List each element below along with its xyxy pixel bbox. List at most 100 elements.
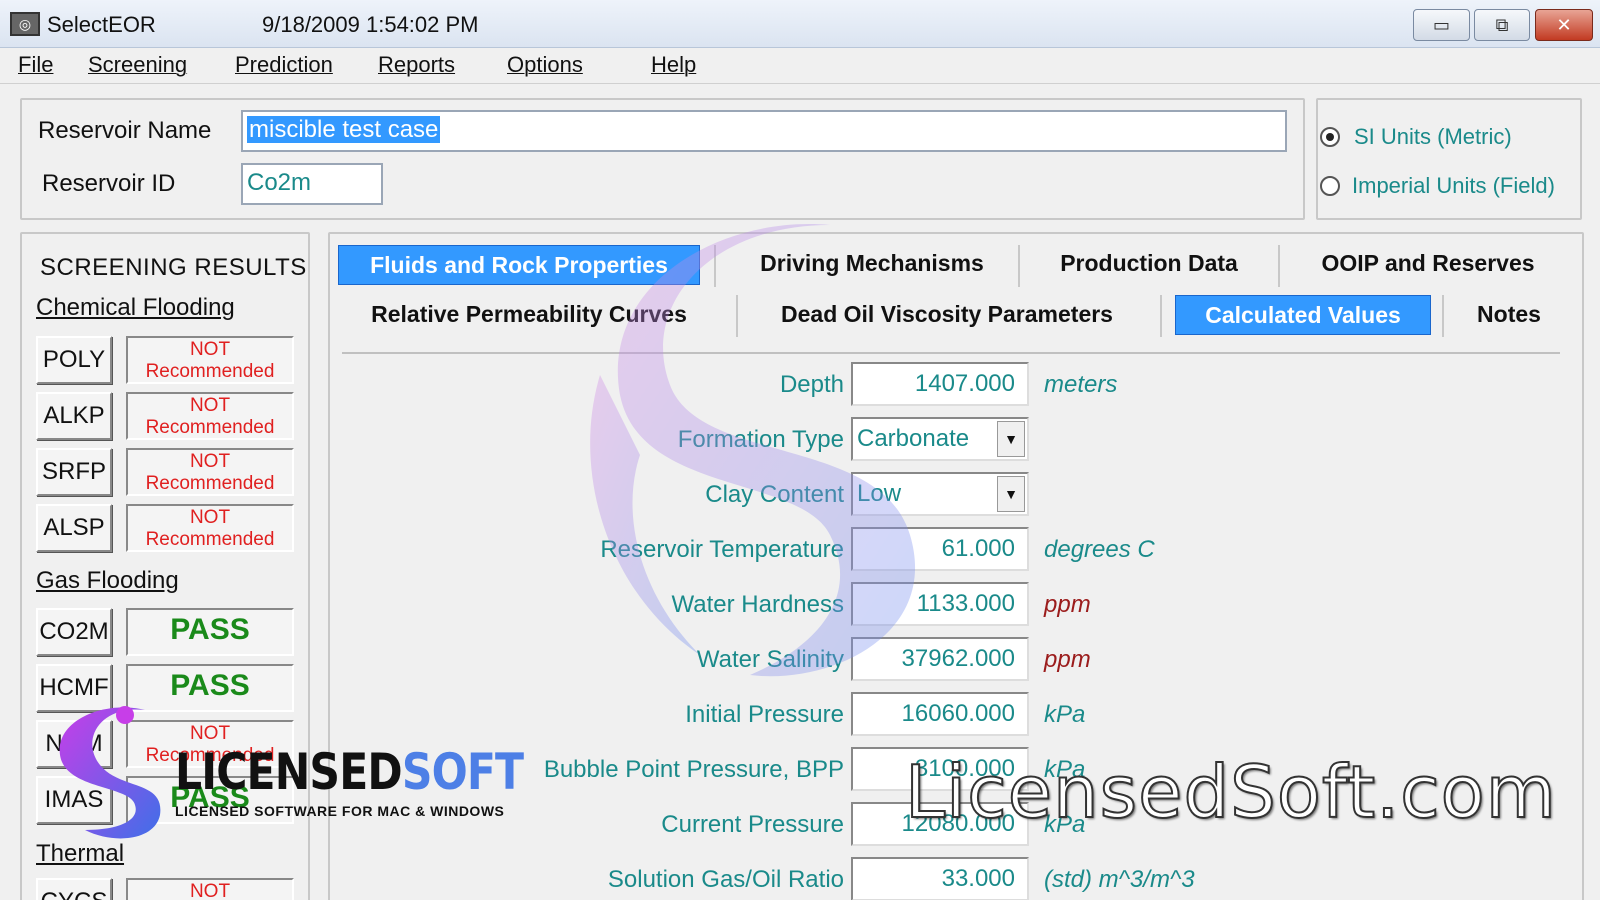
section-chemical-flooding: Chemical Flooding: [36, 294, 235, 321]
section-thermal: Thermal: [36, 840, 125, 867]
watermark-logo-main: LICENSED: [175, 743, 403, 801]
maximize-button[interactable]: ⧉: [1474, 9, 1530, 41]
clay-content-value: Low: [857, 480, 902, 507]
si-units-radio[interactable]: [1320, 127, 1340, 147]
menu-prediction[interactable]: Prediction: [235, 52, 333, 78]
menu-file[interactable]: File: [18, 52, 53, 78]
tab-driving-mechanisms[interactable]: Driving Mechanisms: [724, 244, 1020, 284]
imperial-units-label[interactable]: Imperial Units (Field): [1352, 173, 1555, 199]
initial-pressure-field[interactable]: 16060.000: [851, 692, 1029, 736]
tab-separator: [714, 245, 716, 287]
water-salinity-label: Water Salinity: [696, 646, 844, 673]
minimize-button[interactable]: ▭: [1413, 9, 1470, 41]
cycs-result-line1: NOT: [189, 881, 231, 900]
section-gas-flooding: Gas Flooding: [36, 567, 179, 594]
poly-result: NOT Recommended: [126, 336, 294, 384]
reservoir-id-input[interactable]: Co2m: [241, 163, 383, 205]
chevron-down-icon[interactable]: ▼: [997, 421, 1025, 457]
close-icon: ✕: [1556, 15, 1572, 35]
tab-separator: [736, 295, 738, 337]
watermark-logo-text: LICENSEDSOFT: [175, 743, 524, 801]
tab-separator: [1160, 295, 1162, 337]
menu-screening[interactable]: Screening: [88, 52, 187, 78]
alsp-button[interactable]: ALSP: [36, 504, 112, 552]
alkp-button[interactable]: ALKP: [36, 392, 112, 440]
menu-bar: File Screening Prediction Reports Option…: [0, 48, 1600, 84]
alkp-result-line2: Recommended: [145, 417, 275, 438]
alsp-result-line2: Recommended: [145, 529, 275, 550]
water-hardness-field[interactable]: 1133.000: [851, 582, 1029, 626]
cycs-result: NOT: [126, 878, 294, 900]
maximize-icon: ⧉: [1495, 15, 1509, 35]
initial-pressure-label: Initial Pressure: [685, 701, 844, 728]
solution-gas-oil-ratio-field[interactable]: 33.000: [851, 857, 1029, 900]
depth-field[interactable]: 1407.000: [851, 362, 1029, 406]
tab-calculated-values[interactable]: Calculated Values: [1175, 295, 1431, 335]
watermark-logo-accent: SOFT: [401, 743, 524, 801]
reservoir-temperature-field[interactable]: 61.000: [851, 527, 1029, 571]
formation-type-select[interactable]: Carbonate ▼: [851, 417, 1029, 461]
clay-content-select[interactable]: Low ▼: [851, 472, 1029, 516]
reservoir-name-value: miscible test case: [247, 116, 441, 143]
srfp-result: NOT Recommended: [126, 448, 294, 496]
cycs-button[interactable]: CYCS: [36, 878, 112, 900]
reservoir-temperature-unit: degrees C: [1044, 536, 1155, 563]
app-icon[interactable]: ◎: [10, 12, 40, 36]
menu-help[interactable]: Help: [651, 52, 696, 78]
watermark-site-text: LicensedSoft.com: [904, 749, 1557, 835]
close-button[interactable]: ✕: [1535, 9, 1593, 41]
poly-result-line2: Recommended: [145, 361, 275, 382]
tab-production-data[interactable]: Production Data: [1030, 244, 1268, 284]
poly-result-line1: NOT: [189, 339, 231, 360]
reservoir-temperature-label: Reservoir Temperature: [600, 536, 844, 563]
tab-relative-permeability[interactable]: Relative Permeability Curves: [346, 295, 712, 335]
imperial-units-radio[interactable]: [1320, 176, 1340, 196]
tab-notes[interactable]: Notes: [1456, 295, 1562, 335]
tab-fluids-rock-properties[interactable]: Fluids and Rock Properties: [338, 245, 700, 285]
current-pressure-label: Current Pressure: [661, 811, 844, 838]
menu-reports[interactable]: Reports: [378, 52, 455, 78]
tab-dead-oil-viscosity[interactable]: Dead Oil Viscosity Parameters: [752, 295, 1142, 335]
water-salinity-field[interactable]: 37962.000: [851, 637, 1029, 681]
alsp-result-line1: NOT: [189, 507, 231, 528]
srfp-button[interactable]: SRFP: [36, 448, 112, 496]
chevron-down-icon[interactable]: ▼: [997, 476, 1025, 512]
units-group: [1316, 98, 1582, 220]
tab-separator: [1442, 295, 1444, 337]
co2m-result: PASS: [126, 608, 294, 656]
reservoir-name-input[interactable]: miscible test case: [241, 110, 1287, 152]
reservoir-name-label: Reservoir Name: [38, 117, 212, 144]
solution-gas-oil-ratio-label: Solution Gas/Oil Ratio: [607, 866, 844, 893]
hcmf-button[interactable]: HCMF: [36, 664, 112, 712]
depth-label: Depth: [779, 371, 844, 398]
title-bar: ◎ SelectEOR 9/18/2009 1:54:02 PM ▭ ⧉ ✕: [0, 0, 1600, 48]
alkp-result: NOT Recommended: [126, 392, 294, 440]
alsp-result: NOT Recommended: [126, 504, 294, 552]
menu-options[interactable]: Options: [507, 52, 583, 78]
depth-unit: meters: [1044, 371, 1118, 398]
alkp-result-line1: NOT: [189, 395, 231, 416]
imas-button[interactable]: IMAS: [36, 776, 112, 824]
tab-separator: [1278, 245, 1280, 287]
clay-content-label: Clay Content: [705, 481, 844, 508]
initial-pressure-unit: kPa: [1044, 701, 1086, 728]
srfp-result-line2: Recommended: [145, 473, 275, 494]
reservoir-id-label: Reservoir ID: [42, 170, 176, 197]
tab-separator: [1018, 245, 1020, 287]
hcmf-result: PASS: [126, 664, 294, 712]
solution-gas-oil-ratio-unit: (std) m^3/m^3: [1044, 866, 1195, 893]
window-title: SelectEOR: [47, 12, 156, 37]
poly-button[interactable]: POLY: [36, 336, 112, 384]
watermark-logo-subtitle: LICENSED SOFTWARE FOR MAC & WINDOWS: [175, 803, 505, 819]
water-hardness-label: Water Hardness: [671, 591, 845, 618]
si-units-label[interactable]: SI Units (Metric): [1354, 124, 1512, 150]
tab-ooip-reserves[interactable]: OOIP and Reserves: [1292, 244, 1564, 284]
bubble-point-pressure-label: Bubble Point Pressure, BPP: [543, 756, 844, 783]
minimize-icon: ▭: [1432, 15, 1450, 35]
formation-type-label: Formation Type: [677, 426, 844, 453]
ni2m-button[interactable]: NI2M: [36, 720, 112, 768]
screening-results-title: SCREENING RESULTS: [40, 254, 307, 281]
water-salinity-unit: ppm: [1044, 646, 1091, 673]
co2m-button[interactable]: CO2M: [36, 608, 112, 656]
srfp-result-line1: NOT: [189, 451, 231, 472]
